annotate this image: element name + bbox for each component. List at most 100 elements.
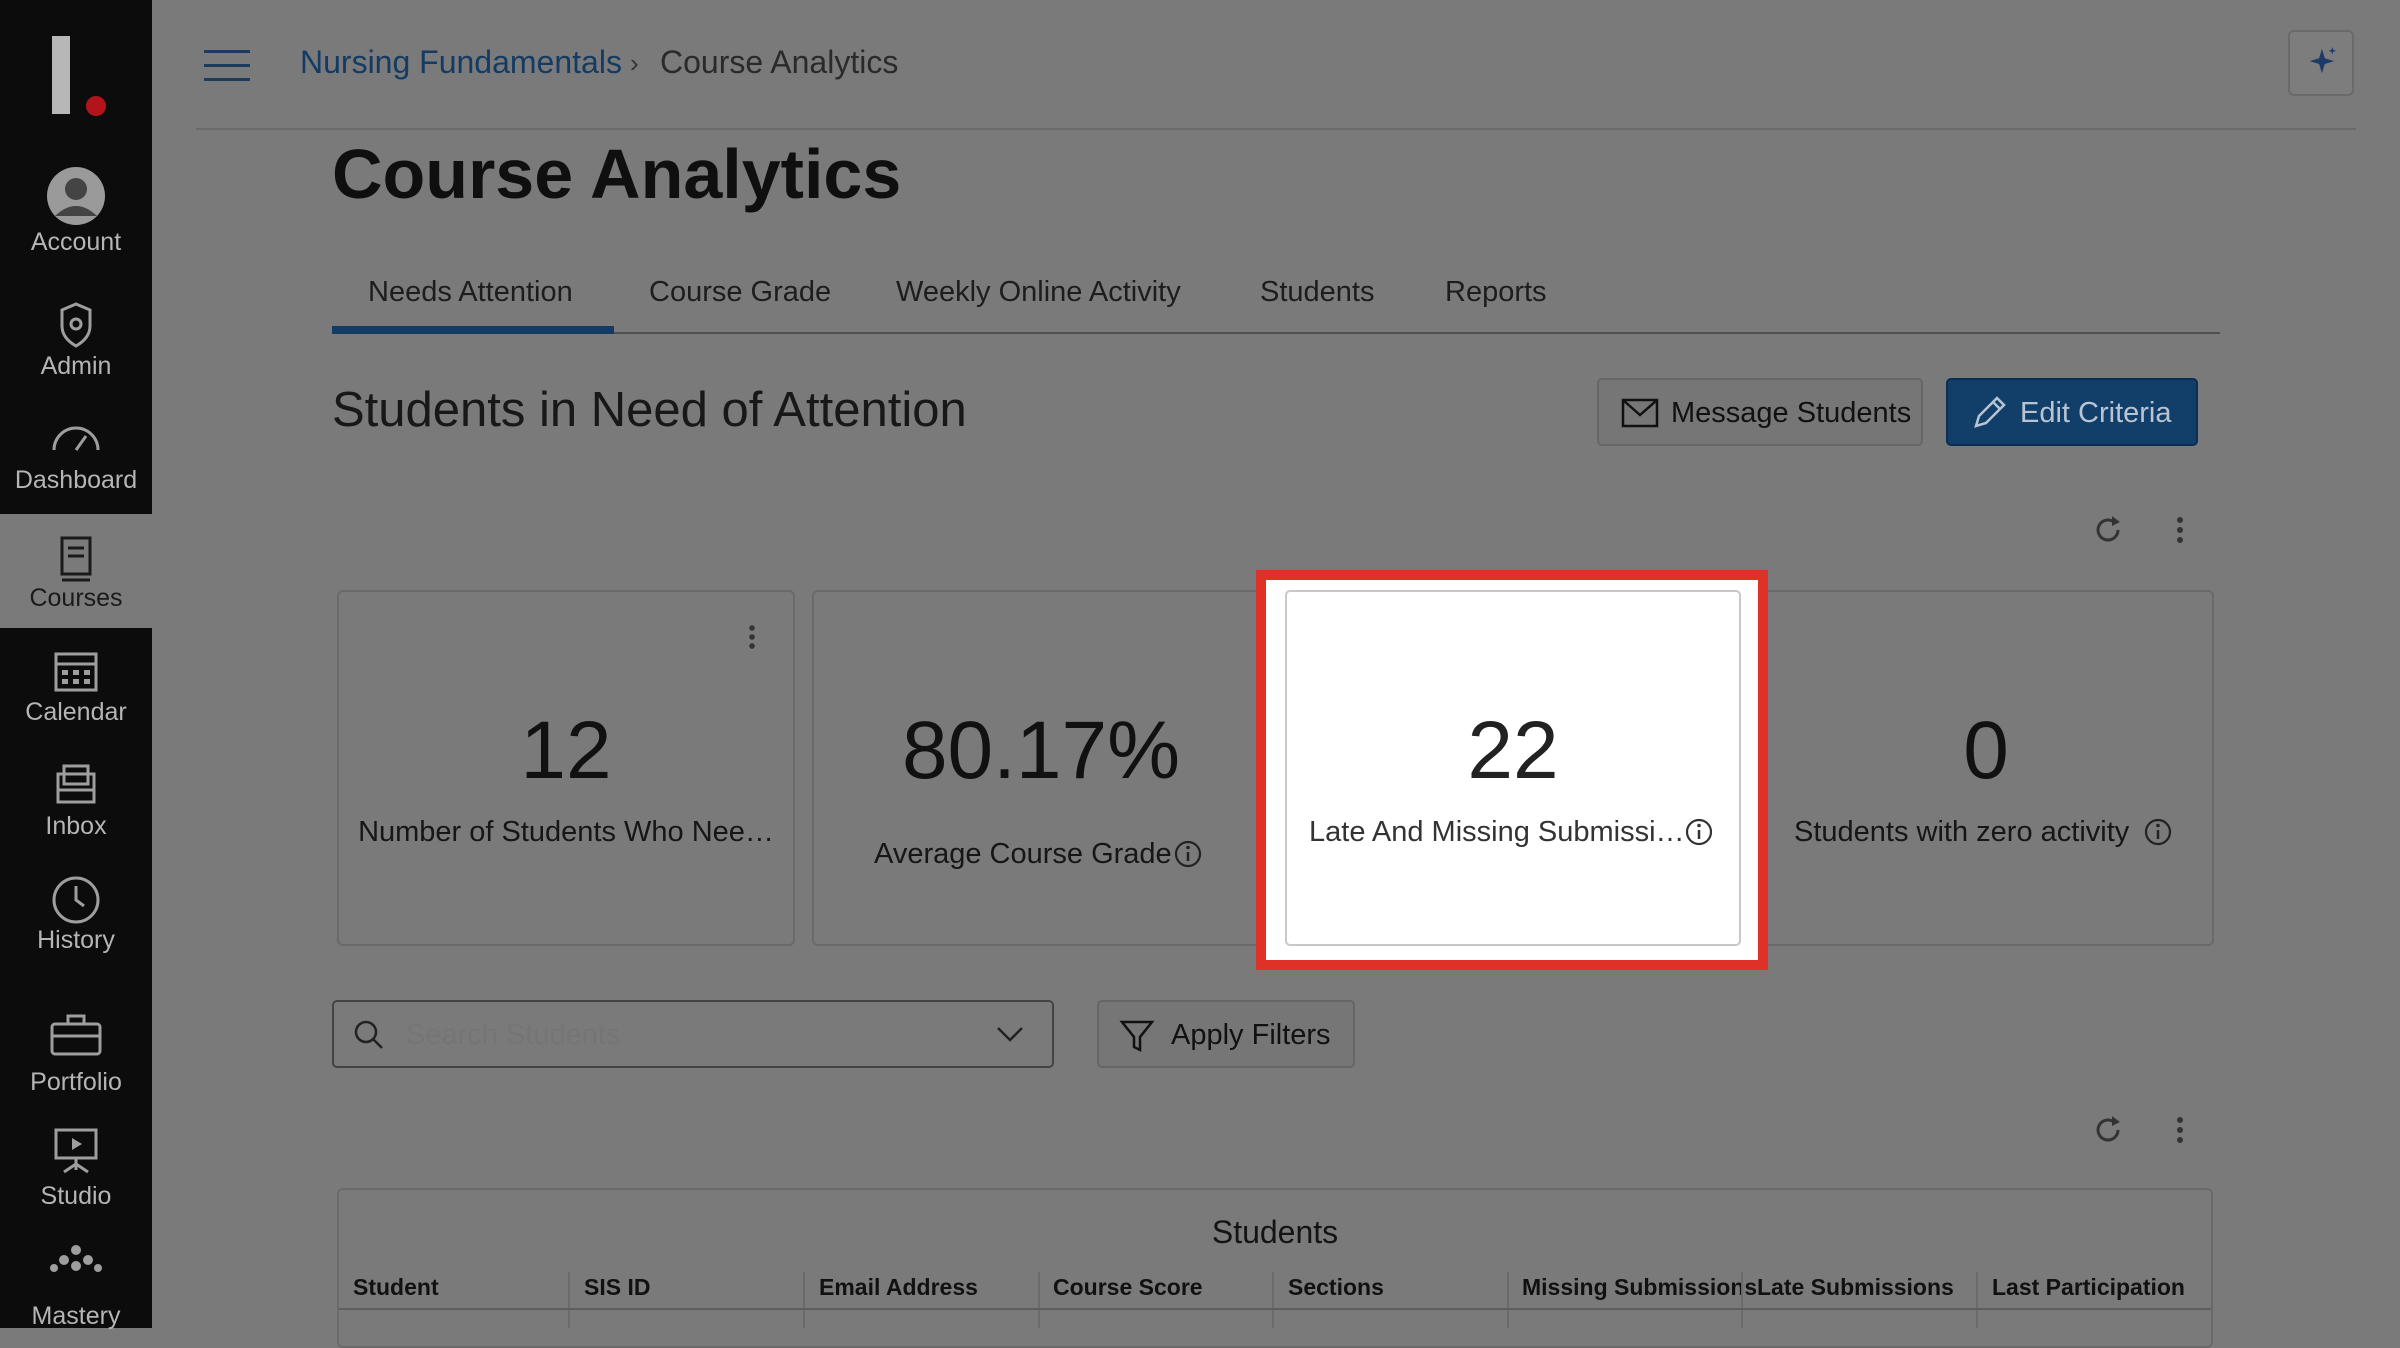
- global-navigation: Account Admin Dashboard Courses Calendar…: [0, 0, 152, 1330]
- mastery-dots-icon: [50, 1245, 102, 1272]
- nav-item-history[interactable]: History: [0, 856, 152, 968]
- nav-item-portfolio[interactable]: Portfolio: [0, 992, 152, 1104]
- column-header-email[interactable]: Email Address: [819, 1274, 978, 1301]
- nav-item-account[interactable]: Account: [0, 152, 152, 264]
- calendar-icon: [54, 652, 98, 692]
- nav-item-calendar[interactable]: Calendar: [0, 628, 152, 740]
- column-header-student[interactable]: Student: [353, 1274, 439, 1301]
- sparkle-icon: [2309, 47, 2337, 74]
- metric-card-late-missing[interactable]: 22 Late And Missing Submissi…: [1285, 590, 1741, 946]
- nav-item-dashboard[interactable]: Dashboard: [0, 396, 152, 508]
- edit-criteria-button[interactable]: Edit Criteria: [1946, 378, 2198, 446]
- search-input[interactable]: [404, 1012, 968, 1058]
- page-title: Course Analytics: [332, 135, 902, 213]
- column-header-sis-id[interactable]: SIS ID: [584, 1274, 650, 1301]
- table-more-options-icon[interactable]: [2160, 1110, 2200, 1150]
- chevron-down-icon[interactable]: [994, 1022, 1026, 1048]
- message-students-label: Message Students: [1671, 397, 1912, 429]
- tab-students[interactable]: Students: [1260, 276, 1374, 309]
- metric-value: 0: [1963, 705, 2009, 796]
- section-heading: Students in Need of Attention: [332, 383, 967, 437]
- search-students-combobox[interactable]: [332, 1000, 1054, 1068]
- apply-filters-label: Apply Filters: [1171, 1019, 1331, 1051]
- institution-logo[interactable]: [52, 36, 70, 114]
- edit-criteria-label: Edit Criteria: [2020, 397, 2172, 429]
- metric-value: 12: [520, 705, 612, 796]
- column-divider: [1976, 1272, 1978, 1328]
- table-header-divider: [339, 1308, 2211, 1310]
- nav-label-admin: Admin: [40, 352, 112, 380]
- column-header-course-score[interactable]: Course Score: [1053, 1274, 1203, 1301]
- search-icon: [354, 1020, 383, 1049]
- nav-label-inbox: Inbox: [45, 812, 107, 840]
- info-icon[interactable]: [1172, 838, 1204, 870]
- logo-dot: [86, 96, 106, 116]
- breadcrumb-course-link[interactable]: Nursing Fundamentals: [300, 44, 622, 81]
- metric-value: 80.17%: [901, 705, 1181, 796]
- info-icon[interactable]: [2142, 816, 2174, 848]
- apply-filters-button[interactable]: Apply Filters: [1097, 1000, 1355, 1068]
- nav-label-calendar: Calendar: [25, 698, 127, 726]
- breadcrumb-current: Course Analytics: [660, 44, 899, 80]
- column-divider: [1038, 1272, 1040, 1328]
- tab-needs-attention[interactable]: Needs Attention: [368, 276, 573, 309]
- table-refresh-icon[interactable]: [2088, 1110, 2128, 1150]
- ai-assistant-button[interactable]: [2288, 30, 2354, 96]
- metric-caption: Late And Missing Submissi…: [1309, 816, 1685, 848]
- nav-label-account: Account: [30, 228, 122, 256]
- nav-label-mastery: Mastery: [31, 1302, 121, 1330]
- book-icon: [60, 536, 92, 582]
- more-options-icon[interactable]: [2160, 510, 2200, 550]
- nav-item-mastery[interactable]: Mastery: [0, 1220, 152, 1332]
- nav-label-studio: Studio: [40, 1182, 112, 1210]
- speedometer-icon: [52, 426, 100, 451]
- metric-caption: Average Course Grade: [874, 838, 1172, 870]
- message-students-button[interactable]: Message Students: [1597, 378, 1923, 446]
- metric-card-average-grade[interactable]: 80.17% Average Course Grade: [812, 590, 1270, 946]
- inbox-icon: [56, 764, 96, 804]
- tabs-underline: [332, 332, 2220, 334]
- nav-label-courses: Courses: [29, 584, 123, 612]
- nav-item-inbox[interactable]: Inbox: [0, 742, 152, 854]
- briefcase-icon: [50, 1014, 102, 1056]
- tab-weekly-online-activity[interactable]: Weekly Online Activity: [896, 276, 1181, 309]
- nav-item-studio[interactable]: Studio: [0, 1106, 152, 1218]
- column-divider: [1741, 1272, 1743, 1328]
- metric-card-students-need-attention[interactable]: 12 Number of Students Who Nee…: [337, 590, 795, 946]
- column-header-sections[interactable]: Sections: [1288, 1274, 1384, 1301]
- clock-icon: [52, 876, 100, 924]
- metric-caption: Number of Students Who Nee…: [358, 816, 774, 848]
- breadcrumb-separator: ›: [630, 48, 639, 78]
- filter-funnel-icon: [1119, 1020, 1155, 1053]
- envelope-icon: [1621, 398, 1659, 428]
- tab-reports[interactable]: Reports: [1445, 276, 1547, 309]
- metric-card-zero-activity[interactable]: 0 Students with zero activity: [1758, 590, 2214, 946]
- column-header-late-submissions[interactable]: Late Submissions: [1757, 1274, 1954, 1301]
- hamburger-menu-icon[interactable]: [204, 50, 250, 82]
- nav-item-courses[interactable]: Courses: [0, 514, 152, 628]
- nav-label-portfolio: Portfolio: [30, 1068, 122, 1096]
- active-tab-indicator: [332, 326, 614, 334]
- column-divider: [568, 1272, 570, 1328]
- nav-label-dashboard: Dashboard: [14, 466, 138, 494]
- account-avatar-icon: [47, 167, 105, 225]
- tab-course-grade[interactable]: Course Grade: [649, 276, 831, 309]
- column-divider: [803, 1272, 805, 1328]
- pencil-icon: [1974, 396, 2006, 428]
- refresh-icon[interactable]: [2088, 510, 2128, 550]
- column-divider: [1272, 1272, 1274, 1328]
- nav-label-history: History: [37, 926, 115, 954]
- topbar-divider: [196, 128, 2356, 130]
- info-icon[interactable]: [1683, 816, 1715, 848]
- card-more-options-icon[interactable]: [739, 622, 765, 652]
- nav-item-admin[interactable]: Admin: [0, 282, 152, 394]
- column-header-missing-submissions[interactable]: Missing Submissions: [1522, 1274, 1757, 1301]
- shield-icon: [60, 302, 92, 348]
- column-divider: [1507, 1272, 1509, 1328]
- metric-value: 22: [1467, 705, 1559, 796]
- presentation-icon: [54, 1128, 98, 1174]
- column-header-last-participation[interactable]: Last Participation: [1992, 1274, 2185, 1301]
- table-caption: Students: [1211, 1214, 1339, 1250]
- students-table: [337, 1188, 2213, 1348]
- metric-caption: Students with zero activity: [1794, 816, 2130, 848]
